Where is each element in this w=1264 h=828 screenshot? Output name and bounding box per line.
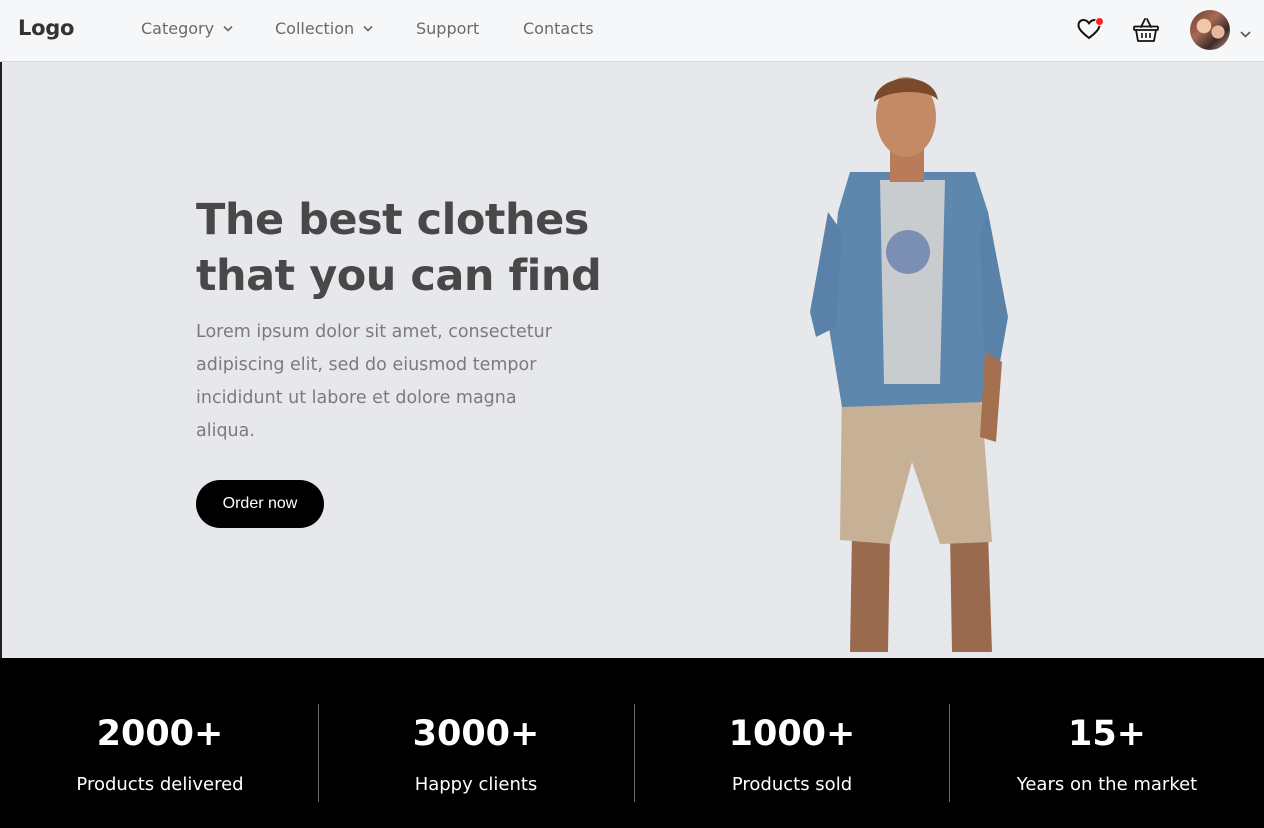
notification-dot bbox=[1095, 17, 1104, 26]
stats-section: 2000+ Products delivered 3000+ Happy cli… bbox=[0, 658, 1264, 828]
chevron-down-icon bbox=[363, 25, 373, 32]
chevron-down-icon bbox=[223, 25, 233, 32]
stat-value: 1000+ bbox=[728, 714, 856, 754]
account-menu-toggle[interactable] bbox=[1239, 24, 1252, 38]
order-now-button[interactable]: Order now bbox=[196, 480, 324, 528]
stat-value: 2000+ bbox=[96, 714, 224, 754]
nav-contacts[interactable]: Contacts bbox=[523, 19, 594, 38]
nav-collection[interactable]: Collection bbox=[275, 19, 373, 38]
stat-label: Products sold bbox=[731, 774, 853, 795]
nav-contacts-label: Contacts bbox=[523, 19, 594, 38]
stat-item: 3000+ Happy clients bbox=[318, 658, 634, 828]
nav-support[interactable]: Support bbox=[416, 19, 479, 38]
stat-item: 15+ Years on the market bbox=[949, 658, 1264, 828]
stat-label: Products delivered bbox=[76, 774, 244, 795]
hero-model-image bbox=[810, 77, 1008, 652]
avatar[interactable] bbox=[1190, 10, 1230, 50]
chevron-down-icon bbox=[1240, 31, 1251, 38]
nav-category[interactable]: Category bbox=[141, 19, 233, 38]
nav-category-label: Category bbox=[141, 19, 215, 38]
wishlist-button[interactable] bbox=[1076, 17, 1104, 41]
stat-value: 3000+ bbox=[412, 714, 540, 754]
stat-value: 15+ bbox=[1067, 714, 1147, 754]
basket-icon bbox=[1133, 18, 1159, 42]
hero-description: Lorem ipsum dolor sit amet, consectetur … bbox=[196, 322, 552, 441]
stat-item: 2000+ Products delivered bbox=[2, 658, 318, 828]
top-navigation-bar: Logo Category Collection Support Contact… bbox=[0, 0, 1264, 62]
nav-support-label: Support bbox=[416, 19, 480, 38]
stat-item: 1000+ Products sold bbox=[634, 658, 950, 828]
stat-label: Years on the market bbox=[1016, 774, 1198, 795]
logo[interactable]: Logo bbox=[18, 16, 74, 40]
hero-title: The best clothes that you can find bbox=[196, 195, 602, 301]
cart-button[interactable] bbox=[1132, 16, 1160, 44]
hero-section bbox=[2, 62, 1264, 658]
nav-collection-label: Collection bbox=[275, 19, 355, 38]
stat-label: Happy clients bbox=[414, 774, 538, 795]
